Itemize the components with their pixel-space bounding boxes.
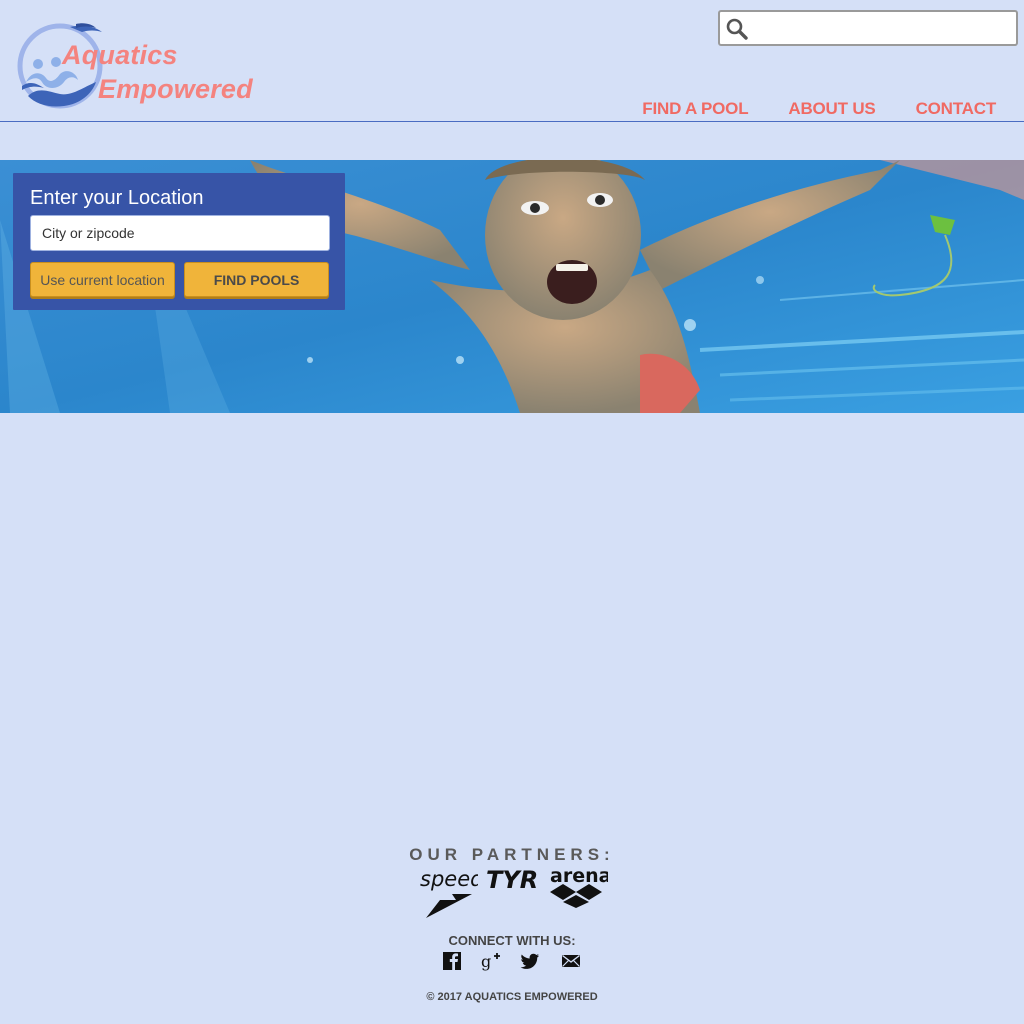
use-current-location-button[interactable]: Use current location <box>30 262 175 297</box>
partners-logos: speedo TYR arena <box>418 864 608 920</box>
connect-heading: CONNECT WITH US: <box>448 933 576 948</box>
site-logo[interactable]: Aquatics Empowered <box>16 20 256 112</box>
main-nav: FIND A POOL ABOUT US CONTACT <box>602 99 996 119</box>
location-panel-title: Enter your Location <box>30 187 204 209</box>
find-pools-button[interactable]: FIND POOLS <box>184 262 329 297</box>
email-icon[interactable] <box>561 951 581 971</box>
location-input[interactable] <box>30 215 330 251</box>
logo-text-aquatics: Aquatics <box>62 40 178 70</box>
partners-heading: OUR PARTNERS: <box>409 845 615 864</box>
tyr-logo-text: TYR <box>486 866 538 894</box>
svg-text:g: g <box>481 952 491 971</box>
site-header: Aquatics Empowered FIND A POOL ABOUT US … <box>0 0 1024 122</box>
speedo-logo-text: speedo <box>420 867 478 891</box>
logo-text-empowered: Empowered <box>98 74 253 104</box>
speedo-logo[interactable]: speedo <box>418 864 478 920</box>
search-icon[interactable] <box>726 18 748 40</box>
nav-about-us[interactable]: ABOUT US <box>788 99 875 119</box>
search-input[interactable] <box>754 14 1012 42</box>
twitter-icon[interactable] <box>520 951 540 971</box>
nav-find-a-pool[interactable]: FIND A POOL <box>642 99 748 119</box>
copyright-notice: © 2017 AQUATICS EMPOWERED <box>426 991 598 1003</box>
arena-logo-text: arena <box>550 865 608 887</box>
location-search-panel: Enter your Location Use current location… <box>13 173 345 310</box>
tyr-logo[interactable]: TYR <box>484 864 544 894</box>
nav-contact[interactable]: CONTACT <box>916 99 997 119</box>
google-plus-icon[interactable]: g <box>481 951 501 971</box>
arena-logo[interactable]: arena <box>546 864 608 908</box>
site-search[interactable] <box>718 10 1018 46</box>
facebook-icon[interactable] <box>442 951 462 971</box>
